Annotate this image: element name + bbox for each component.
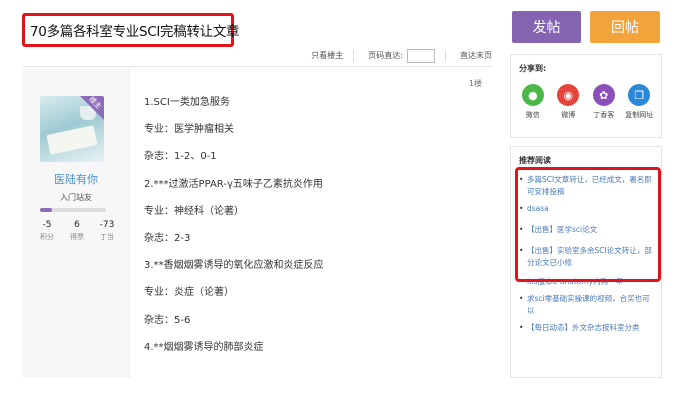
floor-number: 1楼 [468, 79, 482, 88]
dingxiangke-icon[interactable]: ✿ [592, 84, 615, 106]
author-level: 入门站友 [60, 193, 92, 202]
share-label: 微信 [525, 111, 540, 119]
stat-label: 丁当 [100, 233, 114, 241]
author-panel: 楼主 医陆有你 入门站友 -5 积分 6 得票 -73 丁当 [22, 68, 130, 378]
author-stats: -5 积分 6 得票 -73 丁当 [32, 220, 122, 242]
avatar[interactable]: 楼主 [40, 96, 104, 162]
recommended-panel: 推荐阅读 多篇SCI文章转让，已经成文，署名即可安排投稿 dsasa 【出售】医… [510, 146, 662, 378]
avatar-book-shape [46, 125, 98, 155]
recommended-item[interactable]: 【每日动态】外文杂志按科室分类 [519, 322, 655, 334]
stat-coins: -73 丁当 [92, 220, 122, 242]
post-content: 1.SCI一类加急服务 专业：医学肿瘤相关 杂志：1-2、0-1 2.***过激… [144, 96, 474, 368]
post-toolbar: 只看楼主 页码直达: 直达末页 [22, 45, 492, 67]
level-progress-bar [40, 208, 106, 212]
recommended-item[interactable]: 【出售】实验室多余SCI论文转让，部分论文已小修 [519, 245, 655, 269]
share-weibo[interactable]: ◉ 微博 [551, 84, 585, 120]
share-label: 微博 [561, 111, 576, 119]
recommended-item[interactable]: 【出售】医学sci论文 [519, 224, 655, 236]
only-author-link[interactable]: 只看楼主 [311, 50, 343, 61]
content-line: 杂志：5-6 [144, 314, 191, 326]
last-page-link[interactable]: 直达末页 [460, 50, 492, 61]
content-line: 2.***过激活PPAR-γ五味子乙素抗炎作用 [144, 178, 323, 190]
recommended-item[interactable]: 多篇SCI文章转让，已经成文，署名即可安排投稿 [519, 174, 655, 198]
author-name[interactable]: 医陆有你 [22, 171, 130, 187]
copy-icon[interactable]: ❐ [628, 84, 651, 106]
stat-value: -5 [42, 220, 52, 230]
content-line: 1.SCI一类加急服务 [144, 97, 230, 108]
page-jump: 页码直达: [368, 48, 435, 63]
content-line: 杂志：2-3 [144, 232, 191, 244]
content-line: 专业：炎症（论著） [144, 287, 234, 299]
content-line: 专业：神经科（论著） [144, 205, 244, 217]
share-copy-url[interactable]: ❐ 复制网址 [622, 84, 656, 120]
share-label: 复制网址 [625, 111, 654, 119]
new-post-button[interactable]: 发帖 [512, 11, 581, 43]
share-dingxiangke[interactable]: ✿ 丁香客 [587, 84, 621, 120]
post-title-highlight: 70多篇各科室专业SCI完稿转让文章 [22, 13, 240, 47]
share-icons: ● 微信 ◉ 微博 ✿ 丁香客 ❐ 复制网址 [511, 84, 661, 120]
content-line: 3.**香烟烟雾诱导的氧化应激和炎症反应 [144, 260, 324, 272]
toolbar-divider [353, 49, 355, 62]
recommended-item[interactable]: ios版本e-anatomy内购一年 [519, 276, 655, 288]
post-body: 1楼 楼主 医陆有你 入门站友 -5 积分 6 得票 -73 丁当 1.SCI一… [22, 68, 492, 378]
stat-points: -5 积分 [32, 220, 62, 242]
share-title: 分享到: [519, 64, 547, 73]
stat-value: 6 [74, 220, 80, 230]
stat-label: 得票 [70, 233, 84, 241]
stat-value: -73 [99, 220, 115, 230]
page-jump-input[interactable] [407, 48, 435, 63]
stat-votes: 6 得票 [62, 220, 92, 242]
recommended-item[interactable]: dsasa [519, 203, 655, 215]
weibo-icon[interactable]: ◉ [557, 84, 580, 106]
reply-button[interactable]: 回帖 [590, 11, 660, 43]
content-line: 杂志：1-2、0-1 [144, 151, 217, 163]
share-panel: 分享到: ● 微信 ◉ 微博 ✿ 丁香客 ❐ 复制网址 [510, 54, 662, 138]
level-progress-fill [40, 208, 52, 212]
page-jump-label: 页码直达: [368, 51, 403, 60]
stat-label: 积分 [40, 233, 54, 241]
share-wechat[interactable]: ● 微信 [516, 84, 550, 120]
wechat-icon[interactable]: ● [521, 84, 544, 106]
content-line: 专业：医学肿瘤相关 [144, 124, 234, 136]
share-label: 丁香客 [593, 111, 615, 119]
post-title: 70多篇各科室专业SCI完稿转让文章 [30, 24, 240, 40]
content-line: 4.**烟烟雾诱导的肺部炎症 [144, 341, 264, 353]
toolbar-divider [445, 49, 446, 62]
recommended-list: 多篇SCI文章转让，已经成文，署名即可安排投稿 dsasa 【出售】医学sci论… [511, 174, 661, 334]
recommended-item[interactable]: 求sci零基础实操课的视频，合买也可以 [519, 293, 655, 317]
recommended-title: 推荐阅读 [519, 156, 551, 165]
